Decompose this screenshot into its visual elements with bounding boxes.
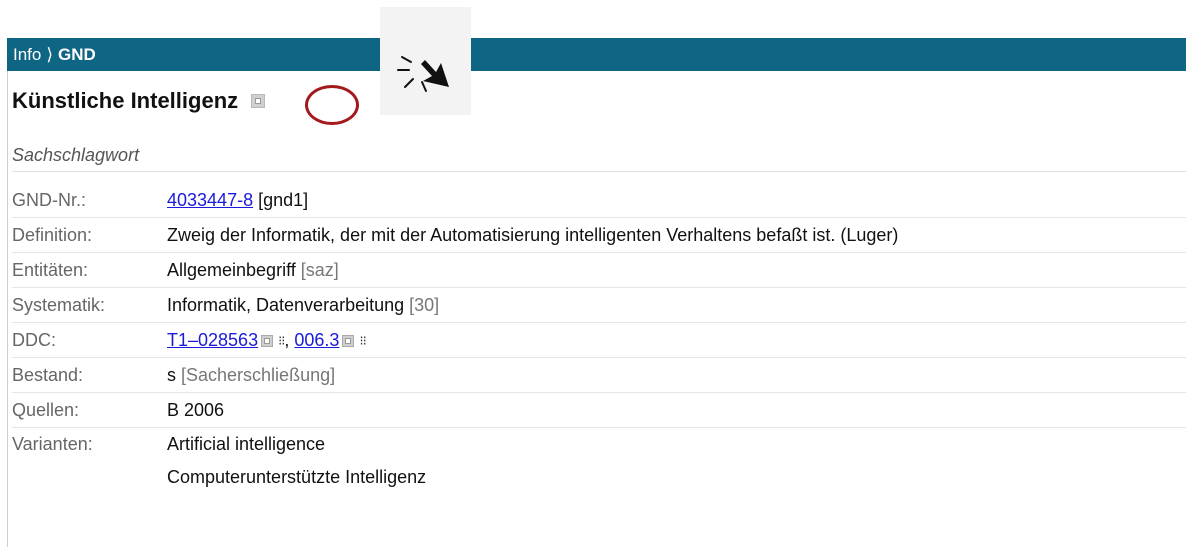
row-ddc: DDC: T1–028563 ⁝⁝, 006.3 ⁝⁝: [12, 323, 1186, 358]
title-row: Künstliche Intelligenz: [12, 86, 266, 116]
breadcrumb-header: Info ⟩ GND: [7, 38, 1186, 71]
gnd-code: [gnd1]: [258, 189, 309, 210]
row-definition: Definition: Zweig der Informatik, der mi…: [12, 218, 1186, 253]
entity-type: Sachschlagwort: [12, 138, 1186, 172]
breadcrumb-root[interactable]: Info: [13, 45, 41, 64]
row-varianten: Varianten: Artificial intelligence Compu…: [12, 428, 1186, 494]
detail-table: GND-Nr.: 4033447-8 [gnd1] Definition: Zw…: [12, 183, 1186, 494]
label-definition: Definition:: [12, 224, 93, 245]
row-systematik: Systematik: Informatik, Datenverarbeitun…: [12, 288, 1186, 323]
systematik-value: Informatik, Datenverarbeitung: [167, 294, 405, 315]
variant-item: Artificial intelligence: [167, 434, 326, 454]
entitaeten-code: [saz]: [300, 259, 339, 280]
label-bestand: Bestand:: [12, 364, 84, 385]
breadcrumb-separator: ⟩: [46, 45, 53, 64]
hierarchy-icon[interactable]: ⁝⁝: [359, 333, 366, 349]
systematik-code: [30]: [409, 294, 440, 315]
label-systematik: Systematik:: [12, 294, 106, 315]
variant-item: Computerunterstützte Intelligenz: [167, 467, 427, 487]
bestand-code: [Sacherschließung]: [181, 364, 336, 385]
definition-value: Zweig der Informatik, der mit der Automa…: [167, 224, 899, 245]
content-left-border: [7, 71, 8, 547]
external-link-icon[interactable]: [251, 94, 266, 108]
external-link-icon[interactable]: [342, 334, 355, 347]
click-cursor-icon: [380, 7, 471, 115]
page-title: Künstliche Intelligenz: [12, 88, 239, 113]
row-bestand: Bestand: s [Sacherschließung]: [12, 358, 1186, 393]
gnd-number-link[interactable]: 4033447-8: [167, 190, 253, 210]
label-ddc: DDC:: [12, 329, 56, 350]
external-link-icon[interactable]: [261, 334, 274, 347]
row-entitaeten: Entitäten: Allgemeinbegriff [saz]: [12, 253, 1186, 288]
label-quellen: Quellen:: [12, 399, 80, 420]
label-gnd-nr: GND-Nr.:: [12, 189, 86, 210]
ddc-separator: ,: [284, 329, 290, 350]
entitaeten-value: Allgemeinbegriff: [167, 259, 296, 280]
breadcrumb-current: GND: [58, 45, 96, 64]
label-entitaeten: Entitäten:: [12, 259, 89, 280]
row-quellen: Quellen: B 2006: [12, 393, 1186, 428]
label-varianten: Varianten:: [12, 434, 93, 454]
highlight-circle: [305, 85, 359, 125]
quellen-value: B 2006: [167, 399, 225, 420]
bestand-value: s: [167, 364, 176, 385]
ddc-link-1[interactable]: T1–028563: [167, 330, 258, 350]
ddc-link-2[interactable]: 006.3: [294, 330, 339, 350]
row-gnd-nr: GND-Nr.: 4033447-8 [gnd1]: [12, 183, 1186, 218]
